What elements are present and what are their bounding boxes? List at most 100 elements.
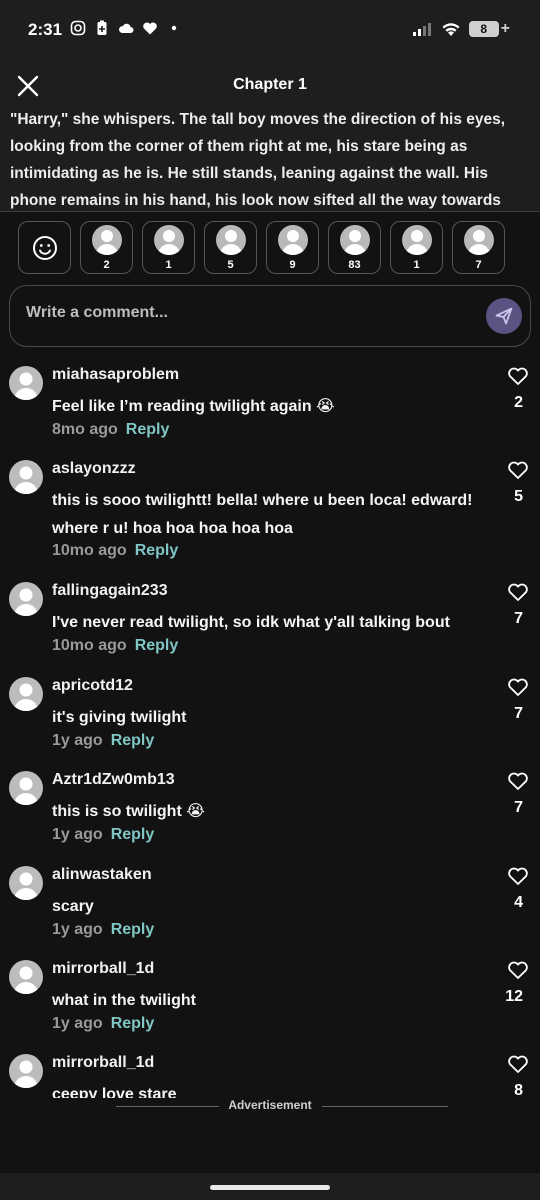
send-button[interactable] <box>486 298 522 334</box>
avatar <box>340 225 370 255</box>
smiley-icon <box>32 235 57 260</box>
comment-username[interactable]: mirrorball_1d <box>52 1054 154 1072</box>
reply-button[interactable]: Reply <box>135 542 179 559</box>
reaction-count: 9 <box>289 259 296 271</box>
avatar[interactable] <box>9 866 43 900</box>
avatar <box>216 225 246 255</box>
like-heart-icon[interactable] <box>507 677 529 697</box>
heart-icon <box>143 22 157 35</box>
like-count: 5 <box>514 488 523 505</box>
reaction-bar: 2 1 5 9 83 1 7 <box>18 221 505 274</box>
comment-text: it's giving twilight <box>52 709 187 726</box>
reaction-count: 5 <box>227 259 234 271</box>
comment-meta: 1y ago Reply <box>52 826 154 844</box>
like-heart-icon[interactable] <box>507 771 529 791</box>
reply-button[interactable]: Reply <box>111 732 155 749</box>
like-count: 12 <box>505 988 523 1005</box>
like-count: 8 <box>514 1082 523 1098</box>
comment-username[interactable]: fallingagain233 <box>52 582 168 600</box>
comment-age: 1y ago <box>52 921 103 938</box>
reaction-chip[interactable]: 2 <box>80 221 133 274</box>
add-reaction-button[interactable] <box>18 221 71 274</box>
avatar[interactable] <box>9 677 43 711</box>
comment-username[interactable]: apricotd12 <box>52 677 133 695</box>
comment-text: this is so twilight 😭 <box>52 803 205 820</box>
signal-icon <box>412 23 431 36</box>
reaction-count: 1 <box>165 259 172 271</box>
like-count: 7 <box>514 705 523 722</box>
comment-item: mirrorball_1d ceepy love stare 8 <box>0 1054 540 1098</box>
advertisement-label: Advertisement <box>228 1098 312 1112</box>
divider-line <box>322 1106 448 1107</box>
page-title: Chapter 1 <box>233 76 307 93</box>
comment-meta: 1y ago Reply <box>52 732 154 750</box>
comment-age: 1y ago <box>52 732 103 749</box>
comment-username[interactable]: mirrorball_1d <box>52 960 154 978</box>
comment-username[interactable]: aslayonzzz <box>52 460 136 478</box>
avatar[interactable] <box>9 771 43 805</box>
comment-age: 10mo ago <box>52 637 127 654</box>
charging-plus-icon: + <box>500 20 510 37</box>
like-count: 2 <box>514 394 523 411</box>
cloud-icon <box>119 23 134 33</box>
status-notification-icons <box>70 20 182 36</box>
comment-meta: 8mo ago Reply <box>52 421 169 439</box>
like-count: 4 <box>514 894 523 911</box>
comment-age: 1y ago <box>52 826 103 843</box>
comment-username[interactable]: miahasaproblem <box>52 366 179 384</box>
story-excerpt: "Harry," she whispers. The tall boy move… <box>0 104 540 212</box>
avatar <box>92 225 122 255</box>
reaction-chip[interactable]: 5 <box>204 221 257 274</box>
reaction-chip[interactable]: 1 <box>142 221 195 274</box>
reaction-chip[interactable]: 83 <box>328 221 381 274</box>
like-heart-icon[interactable] <box>507 582 529 602</box>
avatar <box>464 225 494 255</box>
avatar[interactable] <box>9 1054 43 1088</box>
comment-meta: 10mo ago Reply <box>52 542 178 560</box>
comment-text: what in the twilight <box>52 992 196 1009</box>
instagram-icon <box>70 20 86 36</box>
reply-button[interactable]: Reply <box>126 421 170 438</box>
reaction-chip[interactable]: 1 <box>390 221 443 274</box>
avatar[interactable] <box>9 960 43 994</box>
story-text: "Harry," she whispers. The tall boy move… <box>10 111 506 209</box>
wifi-icon <box>442 22 460 36</box>
comment-text: Feel like I’m reading twilight again 😭 <box>52 398 335 415</box>
comment-text: I've never read twilight, so idk what y'… <box>52 614 450 631</box>
like-heart-icon[interactable] <box>507 960 529 980</box>
comment-username[interactable]: alinwastaken <box>52 866 152 884</box>
like-heart-icon[interactable] <box>507 460 529 480</box>
reaction-chip[interactable]: 7 <box>452 221 505 274</box>
reply-button[interactable]: Reply <box>111 826 155 843</box>
dot-icon <box>171 25 177 31</box>
comment-age: 1y ago <box>52 1015 103 1032</box>
advertisement-divider: Advertisement <box>0 1097 540 1115</box>
avatar[interactable] <box>9 460 43 494</box>
comment-input[interactable] <box>26 304 466 322</box>
avatar[interactable] <box>9 582 43 616</box>
avatar <box>278 225 308 255</box>
avatar[interactable] <box>9 366 43 400</box>
comment-age: 8mo ago <box>52 421 118 438</box>
like-heart-icon[interactable] <box>507 866 529 886</box>
like-heart-icon[interactable] <box>507 366 529 386</box>
comment-text: ceepy love stare <box>52 1086 177 1098</box>
reply-button[interactable]: Reply <box>135 637 179 654</box>
comment-username[interactable]: Aztr1dZw0mb13 <box>52 771 175 789</box>
comment-meta: 1y ago Reply <box>52 921 154 939</box>
comment-meta: 1y ago Reply <box>52 1015 154 1033</box>
status-right-icons: 8 + <box>412 20 510 38</box>
avatar <box>154 225 184 255</box>
reaction-chip[interactable]: 9 <box>266 221 319 274</box>
reaction-count: 83 <box>348 259 361 271</box>
like-count: 7 <box>514 610 523 627</box>
like-heart-icon[interactable] <box>507 1054 529 1074</box>
status-bar: 2:31 8 + <box>0 0 540 60</box>
home-indicator[interactable] <box>210 1185 330 1190</box>
reply-button[interactable]: Reply <box>111 921 155 938</box>
like-count: 7 <box>514 799 523 816</box>
reply-button[interactable]: Reply <box>111 1015 155 1032</box>
comment-age: 10mo ago <box>52 542 127 559</box>
reaction-count: 1 <box>413 259 420 271</box>
comment-meta: 10mo ago Reply <box>52 637 178 655</box>
